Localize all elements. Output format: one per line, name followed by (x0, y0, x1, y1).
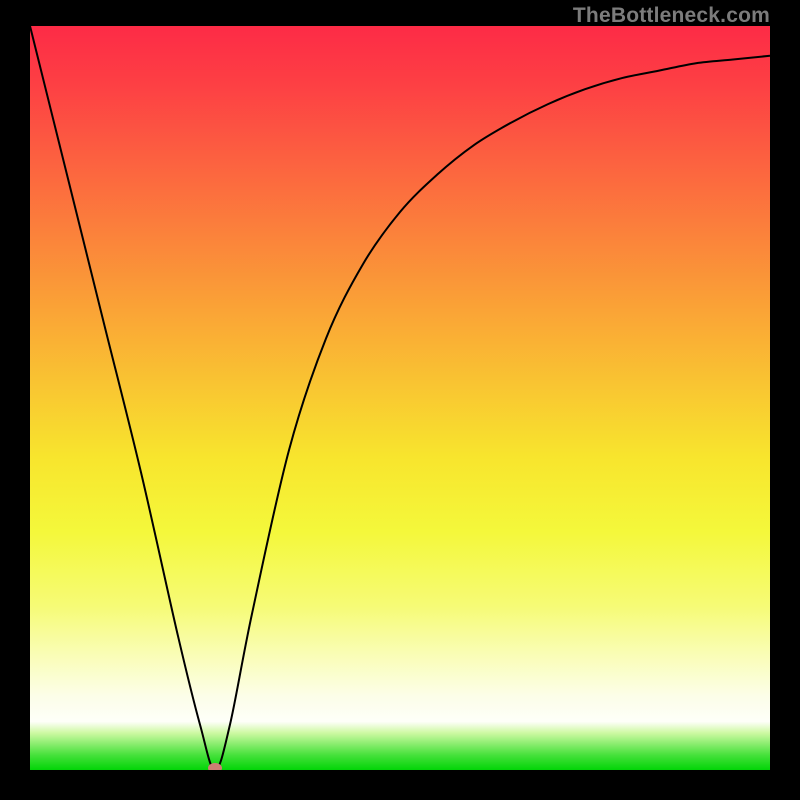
watermark-text: TheBottleneck.com (573, 4, 770, 28)
bottom-border (30, 770, 770, 800)
bottleneck-curve (30, 26, 770, 770)
plot-area (30, 26, 770, 770)
curve-layer (30, 26, 770, 770)
chart-stage: TheBottleneck.com (0, 0, 800, 800)
